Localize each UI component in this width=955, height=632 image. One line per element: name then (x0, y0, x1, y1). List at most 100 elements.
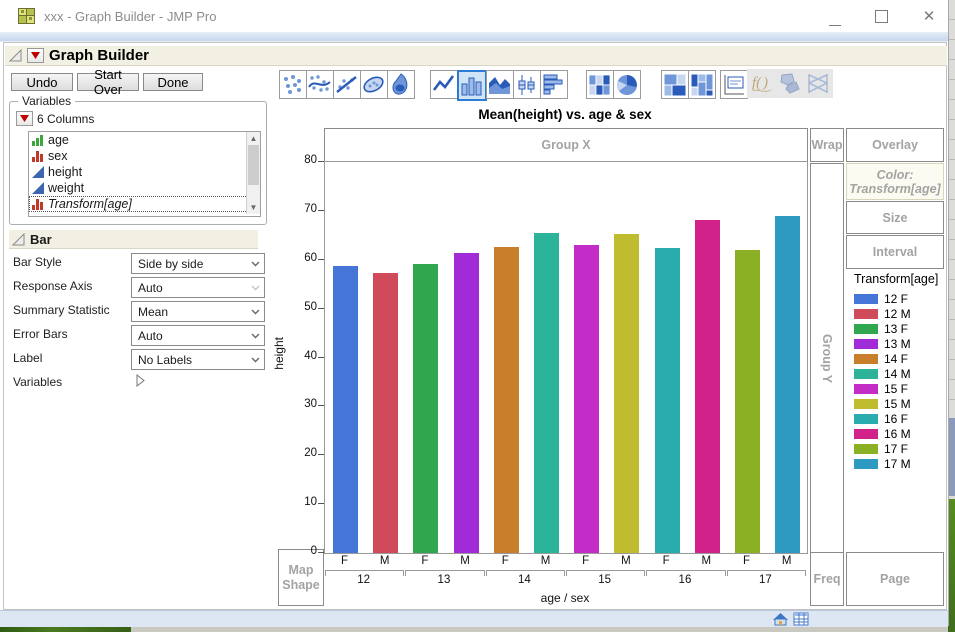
x-sub-label: M (621, 555, 631, 567)
jmp-table-icon (18, 8, 35, 24)
y-tick-label: 60 (304, 251, 317, 264)
data-table-icon[interactable] (793, 612, 809, 626)
legend-item-13-f[interactable]: 13 F (854, 322, 908, 336)
column-item-height[interactable]: height (29, 164, 260, 180)
legend-item-13-m[interactable]: 13 M (854, 337, 911, 351)
contour-element-icon[interactable] (387, 70, 415, 99)
red-triangle-menu-button[interactable] (16, 111, 33, 126)
map-shapes-element-icon[interactable] (777, 70, 803, 97)
bar-15-f[interactable] (574, 244, 600, 553)
summary-statistic-dropdown[interactable]: Mean (131, 301, 265, 322)
legend-swatch (854, 324, 878, 334)
done-button[interactable]: Done (143, 73, 203, 91)
column-item-weight[interactable]: weight (29, 180, 260, 196)
x-sub-label: F (501, 555, 509, 567)
legend-item-17-m[interactable]: 17 M (854, 457, 911, 471)
drop-zone-wrap[interactable]: Wrap (810, 128, 844, 162)
start-over-button[interactable]: Start Over (77, 67, 139, 97)
drop-zone-overlay[interactable]: Overlay (846, 128, 944, 162)
bar-17-f[interactable] (735, 249, 760, 553)
drop-zone-color[interactable]: Color: Transform[age] (846, 163, 944, 200)
box-plot-element-icon[interactable] (513, 70, 541, 99)
bar-15-m[interactable] (614, 234, 640, 553)
red-triangle-menu-button[interactable] (27, 48, 44, 63)
points-element-icon[interactable] (279, 70, 307, 99)
bar-style-dropdown[interactable]: Side by side (131, 253, 265, 274)
column-item-transform-age-[interactable]: Transform[age] (29, 196, 260, 212)
drop-zone-group-y[interactable]: Group Y (810, 163, 844, 554)
legend-item-14-m[interactable]: 14 M (854, 367, 911, 381)
background-scroll-thumb (948, 418, 955, 496)
title-bar[interactable]: xxx - Graph Builder - JMP Pro ✕ (0, 0, 948, 32)
label-dropdown[interactable]: No Labels (131, 349, 265, 370)
bar-16-m[interactable] (694, 220, 720, 553)
x-sub-label: F (340, 555, 349, 567)
toolbar-group: f() (747, 69, 833, 98)
legend-item-12-m[interactable]: 12 M (854, 307, 911, 321)
chart-title: Mean(height) vs. age & sex (478, 107, 652, 122)
scroll-down-button[interactable]: ▼ (247, 201, 260, 214)
columns-list[interactable]: age sex height weight Transform[age] ▲ ▼ (28, 131, 261, 217)
minimize-button[interactable] (818, 6, 852, 26)
x-sub-label: F (662, 555, 670, 567)
y-tick-mark (318, 405, 324, 407)
treemap-element-icon[interactable] (661, 70, 689, 99)
maximize-button[interactable] (864, 6, 898, 26)
bar-14-f[interactable] (493, 246, 519, 553)
legend-item-15-m[interactable]: 15 M (854, 397, 911, 411)
x-sub-label: F (421, 555, 429, 567)
bar-17-m[interactable] (775, 215, 801, 553)
scroll-thumb[interactable] (248, 145, 259, 185)
x-group-label: 17 (758, 574, 772, 586)
legend-item-17-f[interactable]: 17 F (854, 442, 908, 456)
column-item-age[interactable]: age (29, 132, 260, 148)
ellipse-element-icon[interactable] (360, 70, 388, 99)
drop-zone-freq[interactable]: Freq (810, 552, 844, 606)
legend-item-16-m[interactable]: 16 M (854, 427, 911, 441)
response-axis-dropdown[interactable]: Auto (131, 277, 265, 298)
plot-area[interactable] (324, 161, 808, 554)
home-icon[interactable] (772, 612, 789, 626)
variables-expand-icon[interactable] (135, 373, 145, 390)
column-item-sex[interactable]: sex (29, 148, 260, 164)
drop-zone-map-shape[interactable]: Map Shape (278, 549, 324, 606)
drop-zone-page[interactable]: Page (846, 552, 944, 606)
y-axis-title: height (272, 336, 286, 370)
legend-item-14-f[interactable]: 14 F (854, 352, 908, 366)
drop-zone-size[interactable]: Size (846, 201, 944, 234)
smoother-element-icon[interactable] (306, 70, 334, 99)
collapse-triangle-icon[interactable] (12, 232, 25, 246)
legend-label: 13 F (884, 322, 909, 336)
area-element-icon[interactable] (486, 70, 514, 99)
scroll-up-button[interactable]: ▲ (247, 132, 260, 145)
caption-box-element-icon[interactable] (720, 70, 748, 99)
pie-element-icon[interactable] (613, 70, 641, 99)
drop-zone-interval[interactable]: Interval (846, 235, 944, 269)
collapse-triangle-icon[interactable] (9, 49, 22, 62)
x-group-label: 14 (517, 574, 531, 586)
bar-13-f[interactable] (413, 263, 439, 553)
legend-item-15-f[interactable]: 15 F (854, 382, 908, 396)
bar-12-f[interactable] (333, 265, 358, 553)
close-button[interactable]: ✕ (912, 6, 946, 26)
legend-title: Transform[age] (854, 272, 939, 286)
error-bars-dropdown[interactable]: Auto (131, 325, 265, 346)
undo-button[interactable]: Undo (11, 73, 73, 91)
histogram-element-icon[interactable] (540, 70, 568, 99)
legend-item-16-f[interactable]: 16 F (854, 412, 908, 426)
drop-zone-group-x[interactable]: Group X (324, 128, 808, 162)
formula-element-icon[interactable]: f() (749, 70, 775, 97)
mosaic-element-icon[interactable] (688, 70, 716, 99)
bar-16-f[interactable] (654, 247, 680, 553)
outline-title: Graph Builder (49, 47, 150, 64)
bar-element-icon[interactable] (457, 70, 487, 101)
bar-13-m[interactable] (453, 252, 479, 553)
columns-list-scrollbar[interactable]: ▲ ▼ (246, 132, 260, 214)
bar-14-m[interactable] (534, 233, 559, 553)
legend-item-12-f[interactable]: 12 F (854, 292, 908, 306)
line-of-fit-element-icon[interactable] (333, 70, 361, 99)
heatmap-element-icon[interactable] (586, 70, 614, 99)
parallel-element-icon[interactable] (805, 70, 831, 97)
line-element-icon[interactable] (430, 70, 458, 99)
bar-12-m[interactable] (373, 272, 399, 553)
